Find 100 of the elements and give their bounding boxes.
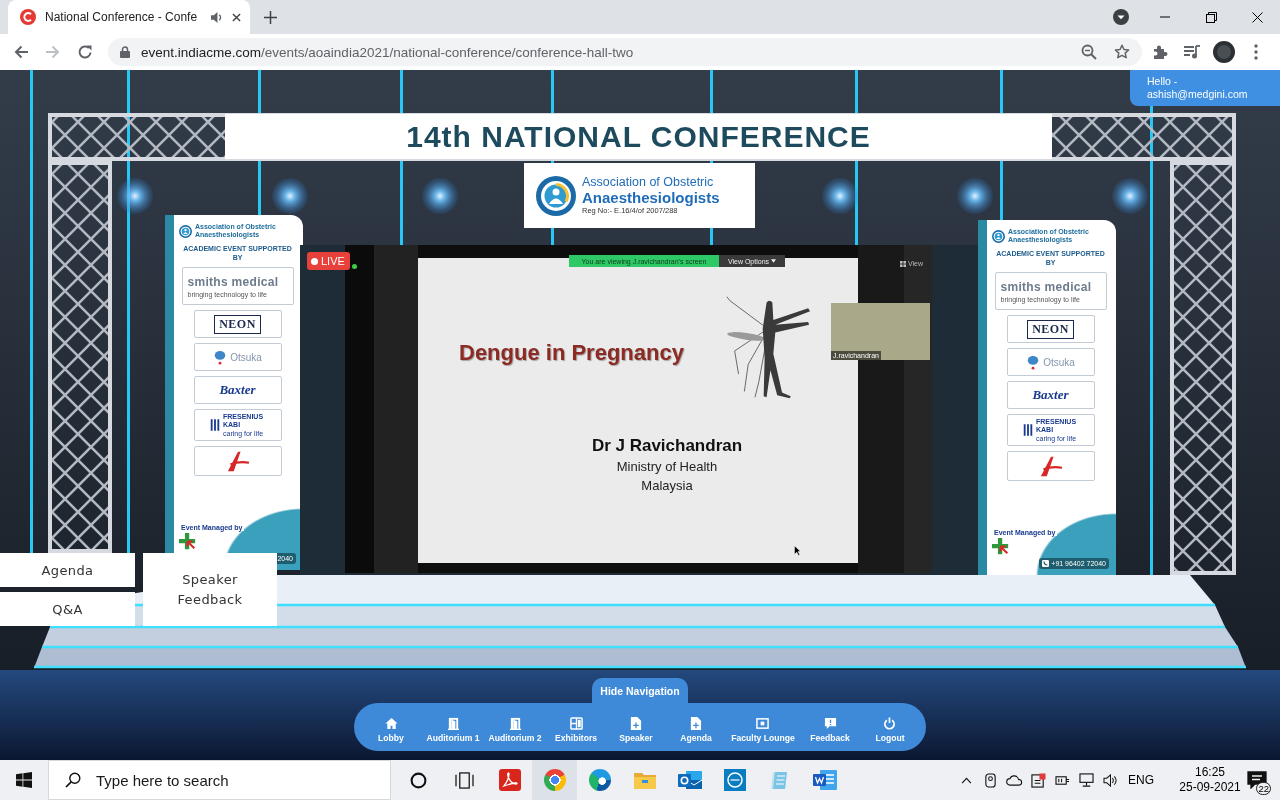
caret-down-circle-icon[interactable]	[1113, 9, 1129, 25]
user-email: ashish@medgini.com	[1147, 88, 1248, 101]
lock-icon[interactable]	[120, 46, 130, 58]
network-icon[interactable]	[1078, 773, 1094, 787]
spotlight-icon	[422, 178, 458, 214]
audio-playing-icon	[211, 10, 223, 24]
cross-logo-icon	[992, 538, 1009, 555]
sponsor-name: NEON	[1027, 319, 1074, 339]
volume-icon[interactable]	[1102, 773, 1118, 787]
document-plus-icon	[689, 716, 703, 730]
puzzle-icon[interactable]	[1152, 44, 1168, 60]
restore-icon[interactable]	[1205, 11, 1217, 23]
slide-title: Dengue in Pregnancy	[459, 340, 684, 366]
chat-icon	[823, 716, 837, 730]
side-menu-button[interactable]: Agenda	[0, 553, 135, 587]
blob-logo-icon	[213, 349, 228, 365]
sponsor-name: smiths medical	[187, 274, 279, 289]
address-bar[interactable]: event.indiacme.com/events/aoaindia2021/national-conference/conference-hall-two	[108, 38, 1142, 66]
swoosh-logo-icon	[225, 450, 250, 473]
nav-item[interactable]: Lobby	[378, 711, 404, 743]
more-vertical-icon[interactable]	[1254, 44, 1258, 60]
sponsor-name: Otsuka	[1043, 356, 1075, 368]
nav-item[interactable]: Logout	[875, 711, 905, 743]
star-icon[interactable]	[1114, 44, 1130, 60]
edge-icon[interactable]	[588, 769, 611, 791]
chevron-up-icon[interactable]	[960, 776, 972, 784]
hide-navigation-tab[interactable]: Hide Navigation	[592, 678, 688, 703]
device-icon[interactable]	[983, 772, 997, 788]
mouse-cursor-icon	[794, 545, 801, 556]
spotlight-icon	[957, 178, 993, 214]
door-icon	[446, 716, 460, 730]
notification-button[interactable]: 22	[1242, 760, 1272, 800]
indicator-dot-icon	[352, 264, 357, 269]
side-menu-button[interactable]: Q&A	[0, 592, 135, 626]
spotlight-icon	[1112, 178, 1148, 214]
outlook-icon[interactable]	[677, 769, 702, 791]
nav-item[interactable]: Auditorium 2	[488, 711, 542, 743]
plus-icon[interactable]	[263, 10, 277, 24]
close-icon[interactable]	[232, 12, 241, 22]
nav-item[interactable]: Speaker	[619, 711, 653, 743]
document-plus-icon	[629, 716, 643, 730]
nav-item[interactable]: Feedback	[810, 711, 850, 743]
nav-item[interactable]: Exhibitors	[555, 711, 597, 743]
speaker-affiliation: Malaysia	[641, 477, 693, 495]
conference-title: 14th NATIONAL CONFERENCE	[406, 119, 871, 154]
search-field[interactable]: Type here to search	[96, 770, 356, 790]
association-logo-icon	[992, 229, 1005, 243]
blob-logo-icon	[1026, 354, 1041, 370]
dell-icon[interactable]	[723, 769, 746, 791]
windows-logo-icon[interactable]	[16, 772, 32, 788]
tab-title: National Conference - Confe	[45, 10, 199, 24]
live-dot-icon	[311, 257, 318, 265]
door-icon	[508, 716, 522, 730]
clock-time: 16:25	[1195, 765, 1225, 780]
stripes-logo-icon	[210, 418, 220, 433]
profile-avatar-icon[interactable]	[1213, 41, 1235, 63]
speaker-affiliation: Ministry of Health	[616, 458, 718, 476]
sponsor-name: Otsuka	[230, 351, 262, 363]
cloud-icon[interactable]	[1005, 774, 1023, 786]
grid-icon	[900, 260, 906, 267]
sponsor-name: NEON	[214, 314, 261, 334]
side-menu-button[interactable]: Speaker Feedback	[143, 553, 277, 626]
grid-icon	[569, 716, 583, 730]
clipboard-icon[interactable]	[1030, 772, 1046, 788]
stripes-logo-icon	[1023, 423, 1033, 438]
language-indicator[interactable]: ENG	[1124, 760, 1158, 800]
greeting-text: Hello -	[1147, 75, 1178, 88]
sponsor-name: Baxter	[1032, 387, 1069, 404]
media-queue-icon[interactable]	[1183, 44, 1201, 60]
swoosh-logo-icon	[1038, 455, 1063, 478]
spotlight-icon	[117, 178, 153, 214]
close-icon[interactable]	[1251, 11, 1263, 23]
cross-logo-icon	[179, 533, 196, 550]
search-box[interactable]: Type here to search	[48, 760, 391, 800]
chrome-icon[interactable]	[543, 769, 566, 791]
folder-icon[interactable]	[633, 771, 656, 789]
home-icon	[384, 716, 398, 730]
nav-item[interactable]: Agenda	[680, 711, 712, 743]
task-view-icon[interactable]	[454, 771, 474, 789]
site-favicon-icon	[20, 9, 36, 25]
nav-item[interactable]: Faculty Lounge	[731, 711, 795, 743]
back-arrow-icon[interactable]	[13, 44, 29, 60]
word-icon[interactable]	[812, 769, 837, 791]
reload-icon[interactable]	[77, 44, 93, 60]
power-icon	[883, 716, 897, 730]
ring-icon[interactable]	[409, 771, 427, 789]
spotlight-icon	[272, 178, 308, 214]
live-label: LIVE	[321, 255, 345, 267]
caret-down-icon	[771, 259, 777, 263]
association-logo-icon	[536, 175, 576, 216]
speaker-name: Dr J Ravichandran	[591, 435, 743, 457]
clock-date: 25-09-2021	[1179, 780, 1241, 795]
screen-icon	[756, 716, 770, 730]
sponsor-name: smiths medical	[1000, 279, 1092, 294]
magnifier-icon[interactable]	[1081, 44, 1097, 60]
acrobat-icon[interactable]	[498, 769, 521, 791]
plug-icon[interactable]	[1054, 773, 1070, 787]
nav-item[interactable]: Auditorium 1	[426, 711, 480, 743]
search-icon	[65, 772, 81, 788]
browser-tab[interactable]: National Conference - Confe	[8, 0, 250, 34]
